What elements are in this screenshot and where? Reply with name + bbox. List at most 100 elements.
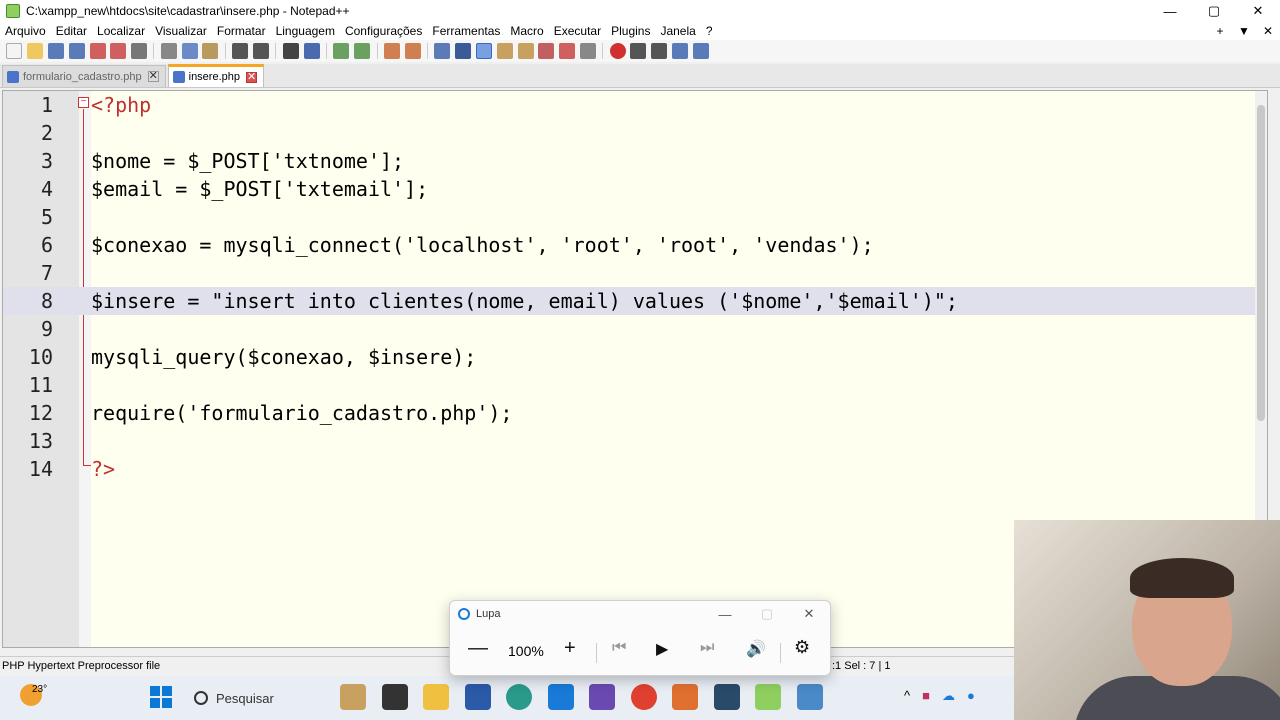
language-icon[interactable] <box>496 43 513 59</box>
sync-horizontal-icon[interactable] <box>404 43 421 59</box>
magnifier-titlebar: Lupa — ▢ ✕ <box>450 601 830 627</box>
weather-widget[interactable]: 23° <box>20 684 47 710</box>
chevron-up-icon[interactable]: ^ <box>904 688 910 704</box>
task-view-icon[interactable] <box>340 684 366 710</box>
function-list-icon[interactable] <box>517 43 534 59</box>
menu-macro[interactable]: Macro <box>505 24 548 38</box>
show-all-chars-icon[interactable] <box>455 43 472 59</box>
record-macro-icon[interactable] <box>609 43 626 59</box>
file-icon <box>172 71 185 83</box>
menu-configuracoes[interactable]: Configurações <box>340 24 427 38</box>
menu-visualizar[interactable]: Visualizar <box>150 24 212 38</box>
edge-icon[interactable] <box>506 684 532 710</box>
previous-icon[interactable]: ⏮ <box>612 639 626 657</box>
copy-icon[interactable] <box>181 43 198 59</box>
xampp-icon[interactable] <box>672 684 698 710</box>
line-number: 8 <box>40 289 53 313</box>
store-icon[interactable] <box>381 684 408 710</box>
cut-icon[interactable] <box>160 43 177 59</box>
line-number: 3 <box>40 149 53 173</box>
menu-executar[interactable]: Executar <box>549 24 606 38</box>
close-file-icon[interactable] <box>89 43 106 59</box>
notepadpp-taskbar-icon[interactable] <box>755 684 781 710</box>
run-macro-multiple-icon[interactable] <box>672 43 689 59</box>
undo-icon[interactable] <box>232 43 249 59</box>
settings-gear-icon[interactable]: ⚙ <box>794 637 810 658</box>
zoom-in-button[interactable]: + <box>564 637 576 660</box>
word-wrap-icon[interactable] <box>434 43 451 59</box>
word-icon[interactable] <box>464 684 491 710</box>
save-all-icon[interactable] <box>68 43 85 59</box>
search-icon <box>194 691 208 705</box>
menu-arquivo[interactable]: Arquivo <box>0 24 51 38</box>
new-tab-button[interactable]: + <box>1208 24 1232 38</box>
line-code: require('formulario_cadastro.php'); <box>91 401 513 425</box>
redo-icon[interactable] <box>252 43 269 59</box>
chrome-icon[interactable] <box>630 684 657 710</box>
remote-desktop-icon[interactable] <box>796 684 823 710</box>
zoom-out-icon[interactable] <box>354 43 371 59</box>
close-button[interactable]: ✕ <box>1236 0 1280 22</box>
scrollbar-thumb[interactable] <box>1257 105 1265 421</box>
magnifier-controls: — 100% + ⏮ ▶ ⏭ 🔊 ⚙ <box>450 635 830 669</box>
indent-guide-icon[interactable] <box>476 43 493 59</box>
replace-icon[interactable] <box>303 43 320 59</box>
minimize-button[interactable]: — <box>1148 0 1192 22</box>
menu-editar[interactable]: Editar <box>51 24 92 38</box>
line-code: $conexao = mysqli_connect('localhost', '… <box>91 233 874 257</box>
play-icon[interactable]: ▶ <box>656 639 668 659</box>
close-document-button[interactable]: ✕ <box>1256 24 1280 38</box>
document-map-icon[interactable] <box>559 43 576 59</box>
vscode-icon[interactable] <box>547 684 574 710</box>
zoom-in-icon[interactable] <box>333 43 350 59</box>
close-all-icon[interactable] <box>110 43 127 59</box>
magnifier-window: Lupa — ▢ ✕ — 100% + ⏮ ▶ ⏭ 🔊 ⚙ <box>449 600 831 676</box>
file-icon <box>7 70 19 83</box>
onedrive-icon[interactable]: ☁ <box>942 688 955 704</box>
app-tray-icon[interactable]: ■ <box>922 688 930 704</box>
search-placeholder: Pesquisar <box>216 690 274 706</box>
new-file-icon[interactable] <box>6 43 23 59</box>
tab-formulario-cadastro[interactable]: formulario_cadastro.php ✕ <box>2 65 166 87</box>
folder-as-workspace-icon[interactable] <box>538 43 555 59</box>
find-icon[interactable] <box>282 43 299 59</box>
save-macro-icon[interactable] <box>692 43 709 59</box>
menu-janela[interactable]: Janela <box>655 24 700 38</box>
magnifier-minimize-button[interactable]: — <box>704 601 746 627</box>
play-macro-icon[interactable] <box>651 43 668 59</box>
file-explorer-icon[interactable] <box>423 684 449 710</box>
start-button[interactable] <box>150 686 172 708</box>
teams-icon[interactable] <box>589 684 615 710</box>
next-icon[interactable]: ⏭ <box>700 639 714 657</box>
taskbar-search[interactable]: Pesquisar <box>186 683 336 713</box>
tab-list-button[interactable]: ▼ <box>1232 24 1256 38</box>
read-from-here-icon[interactable]: 🔊 <box>746 639 766 659</box>
save-icon[interactable] <box>47 43 64 59</box>
maximize-button[interactable]: ▢ <box>1192 0 1236 22</box>
toolbar-separator <box>153 43 155 59</box>
menu-ferramentas[interactable]: Ferramentas <box>427 24 505 38</box>
menu-help[interactable]: ? <box>701 24 718 38</box>
microphone-icon[interactable]: ● <box>967 688 975 704</box>
menu-localizar[interactable]: Localizar <box>92 24 150 38</box>
sync-vertical-icon[interactable] <box>383 43 400 59</box>
zoom-out-button[interactable]: — <box>468 637 488 660</box>
toolbar-separator <box>602 43 604 59</box>
tab-close-icon[interactable]: ✕ <box>246 71 257 83</box>
code-line: 14 ?> <box>3 455 1265 483</box>
menu-linguagem[interactable]: Linguagem <box>271 24 340 38</box>
tab-insere[interactable]: insere.php ✕ <box>167 64 264 87</box>
toolbar-separator <box>427 43 429 59</box>
stop-macro-icon[interactable] <box>630 43 647 59</box>
menu-plugins[interactable]: Plugins <box>606 24 655 38</box>
line-number: 11 <box>28 373 53 397</box>
terminal-icon[interactable] <box>713 684 740 710</box>
tab-label: insere.php <box>188 71 240 83</box>
paste-icon[interactable] <box>202 43 219 59</box>
menu-formatar[interactable]: Formatar <box>212 24 271 38</box>
tab-close-icon[interactable]: ✕ <box>147 71 159 82</box>
magnifier-close-button[interactable]: ✕ <box>788 601 830 627</box>
open-file-icon[interactable] <box>27 43 44 59</box>
print-icon[interactable] <box>131 43 148 59</box>
monitoring-icon[interactable] <box>579 43 596 59</box>
